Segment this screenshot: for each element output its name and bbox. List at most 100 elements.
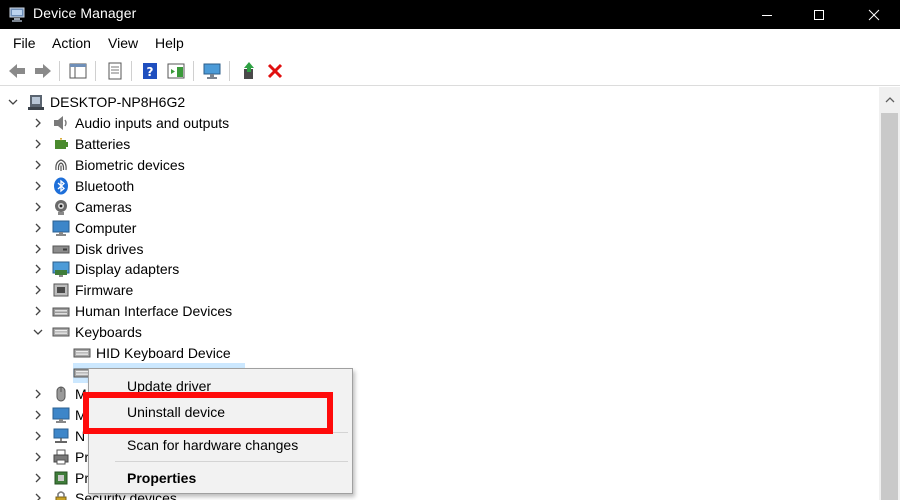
category-display-adapters[interactable]: Display adapters: [31, 259, 179, 279]
category-label: Firmware: [75, 282, 134, 298]
monitor-icon: [52, 406, 70, 424]
chevron-right-icon[interactable]: [31, 450, 45, 464]
uninstall-toolbar-button[interactable]: [263, 59, 287, 83]
category-bluetooth[interactable]: Bluetooth: [31, 176, 134, 196]
close-icon: [868, 9, 880, 20]
chevron-right-icon[interactable]: [31, 429, 45, 443]
category-computer[interactable]: Computer: [31, 218, 136, 238]
category-label: Audio inputs and outputs: [75, 115, 230, 131]
scan-hardware-menu-item[interactable]: Scan for hardware changes: [89, 433, 352, 457]
menu-separator: [115, 461, 348, 462]
category-network[interactable]: N: [31, 426, 85, 446]
speaker-icon: [52, 114, 70, 132]
chevron-down-icon[interactable]: [6, 95, 20, 109]
chevron-up-icon: [885, 97, 894, 103]
scroll-up-button[interactable]: [879, 93, 900, 107]
chevron-right-icon[interactable]: [31, 116, 45, 130]
scrollbar-thumb[interactable]: [881, 113, 898, 500]
toolbar: ?: [0, 56, 900, 86]
category-processors[interactable]: Pr: [31, 468, 89, 488]
vertical-scrollbar[interactable]: [879, 87, 900, 500]
fingerprint-icon: [52, 156, 70, 174]
device-label: HID Keyboard Device: [96, 345, 231, 361]
security-icon: [52, 489, 70, 500]
chevron-right-icon[interactable]: [31, 304, 45, 318]
category-audio[interactable]: Audio inputs and outputs: [31, 113, 229, 133]
category-label: Disk drives: [75, 241, 144, 257]
category-print-queues[interactable]: Pr: [31, 447, 89, 467]
disk-drive-icon: [52, 240, 70, 258]
close-button[interactable]: [851, 0, 897, 29]
chevron-right-icon[interactable]: [31, 179, 45, 193]
menu-help[interactable]: Help: [155, 35, 184, 51]
category-label: Keyboards: [75, 324, 142, 340]
chevron-right-icon[interactable]: [31, 283, 45, 297]
display-adapter-icon: [52, 260, 70, 278]
help-toolbar-button[interactable]: ?: [138, 59, 162, 83]
computer-icon: [52, 219, 70, 237]
keyboard-icon: [52, 323, 70, 341]
update-driver-icon: [244, 62, 254, 79]
menu-bar: File Action View Help: [0, 29, 900, 56]
chevron-down-icon[interactable]: [31, 325, 45, 339]
chevron-right-icon[interactable]: [31, 158, 45, 172]
svg-text:?: ?: [147, 65, 154, 79]
category-hid[interactable]: Human Interface Devices: [31, 301, 232, 321]
menu-view[interactable]: View: [108, 35, 138, 51]
category-label: Human Interface Devices: [75, 303, 233, 319]
toolbar-separator: [193, 61, 194, 81]
menu-action[interactable]: Action: [52, 35, 91, 51]
device-hid-keyboard[interactable]: HID Keyboard Device: [73, 343, 231, 363]
keyboard-icon: [73, 344, 91, 362]
chevron-right-icon[interactable]: [31, 471, 45, 485]
category-label: Cameras: [75, 199, 132, 215]
mouse-icon: [52, 385, 70, 403]
window-title: Device Manager: [33, 5, 137, 21]
chevron-right-icon[interactable]: [31, 408, 45, 422]
scan-monitor-icon: [203, 63, 221, 79]
properties-menu-item[interactable]: Properties: [89, 466, 352, 490]
action-pane-button[interactable]: [164, 59, 188, 83]
bluetooth-icon: [52, 177, 70, 195]
category-batteries[interactable]: Batteries: [31, 134, 130, 154]
chevron-right-icon[interactable]: [31, 137, 45, 151]
menu-file[interactable]: File: [13, 35, 36, 51]
properties-toolbar-button[interactable]: [103, 59, 127, 83]
maximize-button[interactable]: [796, 0, 842, 29]
category-label: Pr: [75, 449, 89, 465]
maximize-icon: [814, 9, 824, 20]
chevron-right-icon[interactable]: [31, 200, 45, 214]
computer-tower-icon: [27, 93, 45, 111]
toolbar-separator: [131, 61, 132, 81]
chevron-right-icon[interactable]: [31, 491, 45, 500]
chevron-right-icon[interactable]: [31, 262, 45, 276]
category-firmware[interactable]: Firmware: [31, 280, 133, 300]
chevron-right-icon[interactable]: [31, 387, 45, 401]
update-driver-button[interactable]: [237, 59, 261, 83]
back-arrow-icon: [9, 64, 25, 78]
chevron-right-icon[interactable]: [31, 242, 45, 256]
camera-icon: [52, 198, 70, 216]
category-biometric[interactable]: Biometric devices: [31, 155, 185, 175]
battery-icon: [52, 135, 70, 153]
category-cameras[interactable]: Cameras: [31, 197, 132, 217]
forward-button[interactable]: [31, 59, 55, 83]
show-hide-console-tree-button[interactable]: [66, 59, 90, 83]
tree-root[interactable]: DESKTOP-NP8H6G2: [6, 92, 185, 112]
category-monitors[interactable]: M: [31, 405, 87, 425]
help-icon: ?: [143, 63, 157, 79]
scan-hardware-button[interactable]: [200, 59, 224, 83]
chevron-right-icon[interactable]: [31, 221, 45, 235]
category-label: Pr: [75, 470, 89, 486]
processor-icon: [52, 469, 70, 487]
minimize-icon: [762, 14, 772, 16]
network-icon: [52, 427, 70, 445]
action-pane-icon: [167, 63, 185, 79]
category-keyboards[interactable]: Keyboards: [31, 322, 142, 342]
category-disk-drives[interactable]: Disk drives: [31, 239, 143, 259]
category-mice[interactable]: M: [31, 384, 87, 404]
title-bar: Device Manager: [0, 0, 900, 29]
minimize-button[interactable]: [744, 0, 790, 29]
highlight-box: [83, 392, 333, 434]
back-button[interactable]: [5, 59, 29, 83]
